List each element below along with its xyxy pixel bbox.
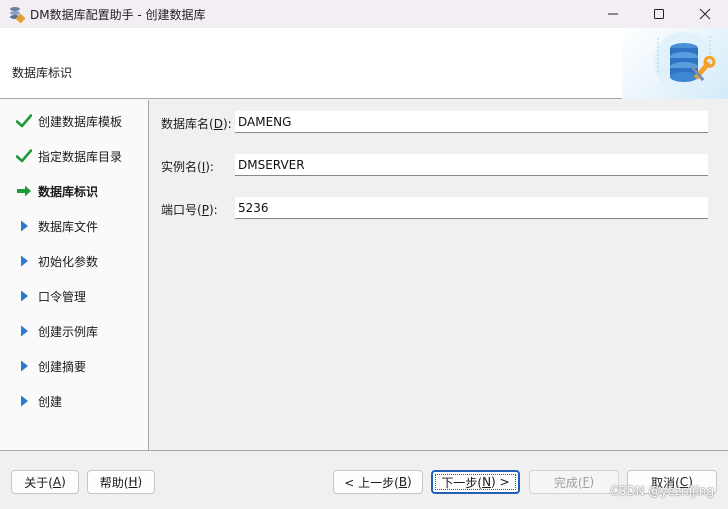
checkmark-icon <box>15 113 33 129</box>
database-wrench-icon <box>622 28 728 99</box>
triangle-right-icon <box>15 358 33 374</box>
step-label: 初始化参数 <box>38 254 99 269</box>
port-input[interactable] <box>235 197 708 219</box>
step-db-directory: 指定数据库目录 <box>0 146 148 166</box>
maximize-button[interactable] <box>636 0 682 28</box>
triangle-right-icon <box>15 393 33 409</box>
db-name-input[interactable] <box>235 111 708 133</box>
checkmark-icon <box>15 148 33 164</box>
title-bar: DM数据库配置助手 - 创建数据库 <box>0 0 728 28</box>
port-label: 端口号(P): <box>161 203 218 217</box>
help-button[interactable]: 帮助(H) <box>87 470 155 494</box>
step-label: 创建摘要 <box>38 359 87 374</box>
step-create-template: 创建数据库模板 <box>0 111 148 131</box>
triangle-right-icon <box>15 218 33 234</box>
db-name-label: 数据库名(D): <box>161 117 232 131</box>
page-header: 数据库标识 <box>0 28 728 99</box>
back-button[interactable]: < 上一步(B) <box>333 470 423 494</box>
watermark-text: CSDN @yeznijing <box>610 484 714 498</box>
footer-bar: 关于(A) 帮助(H) < 上一步(B) 下一步(N) > 完成(F) 取消(C… <box>0 450 728 509</box>
step-label: 创建数据库模板 <box>38 114 123 129</box>
finish-button[interactable]: 完成(F) <box>529 470 619 494</box>
triangle-right-icon <box>15 323 33 339</box>
triangle-right-icon <box>15 253 33 269</box>
instance-name-label: 实例名(I): <box>161 160 214 174</box>
step-db-files: 数据库文件 <box>0 216 148 236</box>
next-button[interactable]: 下一步(N) > <box>431 470 520 494</box>
page-title: 数据库标识 <box>12 66 73 80</box>
step-label: 数据库标识 <box>38 184 99 199</box>
step-label: 创建示例库 <box>38 324 99 339</box>
step-label: 指定数据库目录 <box>38 149 123 164</box>
step-db-identity: 数据库标识 <box>0 181 148 201</box>
step-label: 口令管理 <box>38 289 87 304</box>
step-create: 创建 <box>0 391 148 411</box>
form-panel: 数据库名(D): 实例名(I): 端口号(P): <box>150 100 728 450</box>
maximize-icon <box>654 9 664 19</box>
minimize-icon <box>608 13 618 15</box>
step-password-mgmt: 口令管理 <box>0 286 148 306</box>
close-icon <box>699 8 711 20</box>
app-icon <box>8 6 26 24</box>
step-label: 创建 <box>38 394 63 409</box>
arrow-right-icon <box>15 183 33 199</box>
instance-name-input[interactable] <box>235 154 708 176</box>
step-sample-db: 创建示例库 <box>0 321 148 341</box>
minimize-button[interactable] <box>590 0 636 28</box>
step-init-params: 初始化参数 <box>0 251 148 271</box>
step-label: 数据库文件 <box>38 219 99 234</box>
steps-sidebar: 创建数据库模板 指定数据库目录 数据库标识 数据库文件 初始化参数 口令管理 创… <box>0 100 149 450</box>
close-button[interactable] <box>682 0 728 28</box>
about-button[interactable]: 关于(A) <box>11 470 79 494</box>
triangle-right-icon <box>15 288 33 304</box>
window-title: DM数据库配置助手 - 创建数据库 <box>30 7 206 22</box>
step-summary: 创建摘要 <box>0 356 148 376</box>
